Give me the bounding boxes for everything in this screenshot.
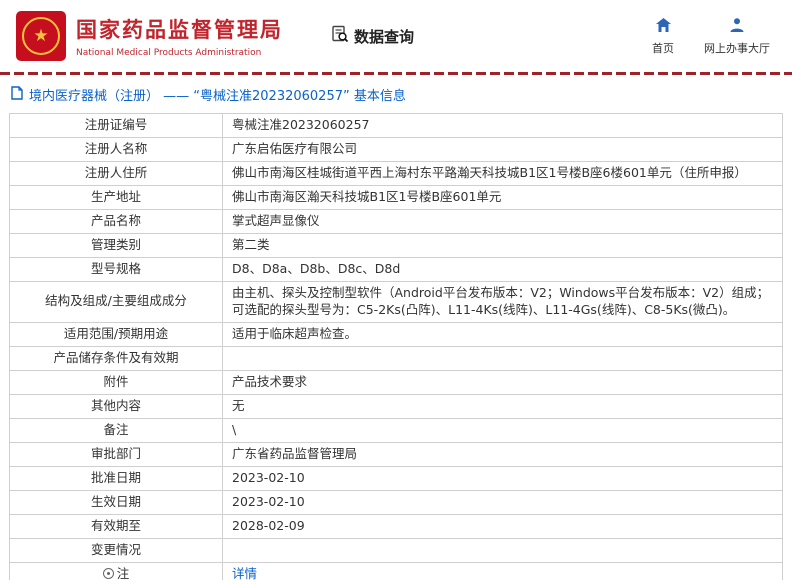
table-row: 附件 产品技术要求: [9, 369, 783, 395]
detail-link[interactable]: 详情: [232, 566, 257, 580]
row-label: 注册人住所: [9, 161, 223, 186]
table-row: 备注 \: [9, 417, 783, 443]
row-value: 2028-02-09: [222, 513, 783, 539]
home-icon: [655, 17, 672, 37]
page-title: 境内医疗器械（注册） —— “粤械注准20232060257” 基本信息: [29, 89, 406, 104]
row-label: 注册证编号: [9, 113, 223, 138]
table-row: 变更情况: [9, 537, 783, 563]
row-label: 备注: [9, 417, 223, 443]
row-value: D8、D8a、D8b、D8c、D8d: [222, 257, 783, 282]
data-query-label: 数据查询: [354, 27, 415, 46]
table-row: 产品名称 掌式超声显像仪: [9, 209, 783, 234]
data-query-tab[interactable]: 数据查询: [331, 25, 414, 47]
row-label: 生产地址: [9, 185, 223, 210]
row-label: 结构及组成/主要组成成分: [9, 281, 223, 323]
row-value: 粤械注准20232060257: [222, 113, 783, 138]
doc-search-icon: [331, 25, 349, 47]
table-row: 注册人名称 广东启佑医疗有限公司: [9, 137, 783, 162]
nav-service-hall-label: 网上办事大厅: [704, 41, 770, 55]
table-row: 有效期至 2028-02-09: [9, 513, 783, 539]
table-row: 注册证编号 粤械注准20232060257: [9, 113, 783, 138]
row-label: 适用范围/预期用途: [9, 321, 223, 347]
agency-name-cn: 国家药品监督管理局: [76, 18, 283, 42]
table-row: 型号规格 D8、D8a、D8b、D8c、D8d: [9, 257, 783, 282]
row-value: [222, 345, 783, 371]
nav-service-hall[interactable]: 网上办事大厅: [704, 17, 770, 56]
row-value: 2023-02-10: [222, 465, 783, 491]
nav-home-label: 首页: [652, 41, 674, 55]
row-value: [222, 537, 783, 563]
table-row: 适用范围/预期用途 适用于临床超声检查。: [9, 321, 783, 347]
row-value: 广东启佑医疗有限公司: [222, 137, 783, 162]
table-row: 生效日期 2023-02-10: [9, 489, 783, 515]
row-value: 无: [222, 393, 783, 419]
row-label: 产品名称: [9, 209, 223, 234]
table-row: 管理类别 第二类: [9, 233, 783, 258]
document-icon: [10, 85, 24, 104]
national-emblem-icon: ★: [16, 11, 66, 61]
row-label: 型号规格: [9, 257, 223, 282]
row-value: 由主机、探头及控制型软件（Android平台发布版本：V2；Windows平台发…: [222, 281, 783, 323]
row-label: 注: [9, 561, 223, 580]
row-label: 生效日期: [9, 489, 223, 515]
table-row: 批准日期 2023-02-10: [9, 465, 783, 491]
row-value: 适用于临床超声检查。: [222, 321, 783, 347]
table-row: 其他内容无: [9, 393, 783, 419]
site-header: ★ 国家药品监督管理局 National Medical Products Ad…: [0, 0, 792, 72]
row-value: 广东省药品监督管理局: [222, 441, 783, 467]
row-label: 其他内容: [9, 393, 223, 419]
row-label: 审批部门: [9, 441, 223, 467]
row-value: 佛山市南海区桂城街道平西上海村东平路瀚天科技城B1区1号楼B座6楼601单元（住…: [222, 161, 783, 186]
emblem-star: ★: [22, 17, 60, 55]
agency-name-en: National Medical Products Administration: [76, 48, 262, 58]
registration-info-table: 注册证编号 粤械注准20232060257 注册人名称 广东启佑医疗有限公司 注册人住所…: [9, 113, 783, 580]
table-row: 审批部门 广东省药品监督管理局: [9, 441, 783, 467]
note-icon: [102, 567, 114, 579]
table-row: 生产地址 佛山市南海区瀚天科技城B1区1号楼B座601单元: [9, 185, 783, 210]
row-label: 变更情况: [9, 537, 223, 563]
nav-home[interactable]: 首页: [652, 17, 674, 56]
row-label: 管理类别: [9, 233, 223, 258]
row-value: 2023-02-10: [222, 489, 783, 515]
row-value: 详情: [222, 561, 783, 580]
row-value: 佛山市南海区瀚天科技城B1区1号楼B座601单元: [222, 185, 783, 210]
row-value: \: [222, 417, 783, 443]
top-nav: 首页 网上办事大厅: [652, 17, 776, 56]
row-value: 第二类: [222, 233, 783, 258]
table-row: 注册人住所 佛山市南海区桂城街道平西上海村东平路瀚天科技城B1区1号楼B座6楼60…: [9, 161, 783, 186]
table-row: 结构及组成/主要组成成分 由主机、探头及控制型软件（Android平台发布版本：V…: [9, 281, 783, 323]
brand: ★ 国家药品监督管理局 National Medical Products Ad…: [16, 11, 283, 61]
row-value: 产品技术要求: [222, 369, 783, 395]
table-row: 注详情: [9, 561, 783, 580]
row-label: 产品储存条件及有效期: [9, 345, 223, 371]
breadcrumb: 境内医疗器械（注册） —— “粤械注准20232060257” 基本信息: [0, 75, 792, 111]
row-label: 注册人名称: [9, 137, 223, 162]
brand-text: 国家药品监督管理局 National Medical Products Admi…: [76, 14, 283, 58]
row-label: 附件: [9, 369, 223, 395]
row-value: 掌式超声显像仪: [222, 209, 783, 234]
row-label: 有效期至: [9, 513, 223, 539]
table-row: 产品储存条件及有效期: [9, 345, 783, 371]
person-icon: [729, 17, 745, 37]
row-label: 批准日期: [9, 465, 223, 491]
